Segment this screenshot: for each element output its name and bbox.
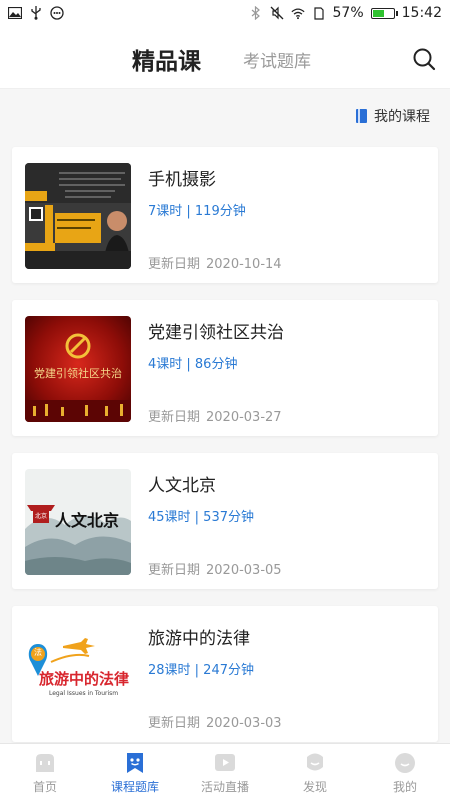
sim-icon bbox=[312, 6, 326, 20]
nav-label: 发现 bbox=[302, 780, 327, 794]
course-meta: 4课时 | 86分钟 bbox=[148, 357, 238, 372]
search-icon[interactable] bbox=[412, 47, 436, 71]
date-label: 更新日期 bbox=[148, 563, 201, 578]
nav-profile[interactable]: 我的 bbox=[360, 744, 450, 800]
date-label: 更新日期 bbox=[148, 410, 201, 425]
thumbnail-caption: 人文北京 bbox=[55, 511, 120, 530]
usb-icon bbox=[29, 6, 43, 20]
home-icon bbox=[33, 751, 57, 775]
course-update-date: 更新日期 2020-03-27 bbox=[148, 406, 282, 425]
course-thumbnail-photography bbox=[25, 163, 131, 269]
course-card[interactable]: 北京 人文北京 人文北京 45课时 | 537分钟 更新日期 2020-03-05 bbox=[12, 453, 438, 589]
course-thumbnail-tourism-law: 法 旅游中的法律 Legal Issues in Tourism bbox=[25, 622, 131, 728]
nav-live[interactable]: 活动直播 bbox=[180, 744, 270, 800]
chat-icon bbox=[50, 6, 64, 20]
nav-label: 首页 bbox=[32, 780, 57, 794]
nav-label: 活动直播 bbox=[200, 780, 249, 794]
status-right: 57% 15:42 bbox=[249, 5, 442, 21]
book-icon bbox=[356, 109, 367, 123]
header: 精品课 考试题库 bbox=[0, 28, 450, 89]
thumbnail-badge: 法 bbox=[34, 648, 42, 657]
discover-icon bbox=[303, 751, 327, 775]
course-meta: 7课时 | 119分钟 bbox=[148, 204, 246, 219]
battery-level bbox=[372, 9, 384, 17]
thumbnail-seal: 北京 bbox=[34, 513, 47, 520]
course-title: 党建引领社区共治 bbox=[148, 323, 284, 343]
course-thumbnail-beijing: 北京 人文北京 bbox=[25, 469, 131, 575]
nav-discover[interactable]: 发现 bbox=[270, 744, 360, 800]
course-card[interactable]: 手机摄影 7课时 | 119分钟 更新日期 2020-10-14 bbox=[12, 147, 438, 283]
my-courses-label: 我的课程 bbox=[374, 109, 430, 125]
image-icon bbox=[8, 6, 22, 20]
date-value: 2020-03-05 bbox=[206, 563, 282, 578]
bottom-nav: 首页 课程题库 活动直播 发现 我的 bbox=[0, 743, 450, 800]
course-meta: 28课时 | 247分钟 bbox=[148, 663, 254, 678]
date-label: 更新日期 bbox=[148, 257, 201, 272]
my-courses-link[interactable]: 我的课程 bbox=[356, 106, 430, 126]
course-meta: 45课时 | 537分钟 bbox=[148, 510, 254, 525]
thumbnail-caption: 旅游中的法律 bbox=[39, 670, 130, 688]
thumbnail-caption: 党建引领社区共治 bbox=[34, 367, 122, 380]
course-title: 人文北京 bbox=[148, 476, 216, 496]
course-title: 旅游中的法律 bbox=[148, 629, 250, 649]
date-value: 2020-10-14 bbox=[206, 257, 282, 272]
date-value: 2020-03-03 bbox=[206, 716, 282, 731]
course-card[interactable]: 党建引领社区共治 党建引领社区共治 4课时 | 86分钟 更新日期 2020-03… bbox=[12, 300, 438, 436]
clock: 15:42 bbox=[401, 5, 442, 21]
date-value: 2020-03-27 bbox=[206, 410, 282, 425]
nav-label: 课程题库 bbox=[110, 780, 159, 794]
profile-icon bbox=[393, 751, 417, 775]
status-left bbox=[8, 6, 64, 20]
wifi-icon bbox=[290, 6, 305, 20]
course-title: 手机摄影 bbox=[148, 170, 216, 190]
mute-icon bbox=[270, 6, 284, 20]
course-update-date: 更新日期 2020-03-03 bbox=[148, 712, 282, 731]
thumbnail-subtitle: Legal Issues in Tourism bbox=[49, 690, 119, 697]
date-label: 更新日期 bbox=[148, 716, 201, 731]
bluetooth-icon bbox=[249, 6, 263, 20]
nav-home[interactable]: 首页 bbox=[0, 744, 90, 800]
course-update-date: 更新日期 2020-10-14 bbox=[148, 253, 282, 272]
battery-icon bbox=[370, 7, 398, 19]
tab-premium-courses[interactable]: 精品课 bbox=[132, 42, 201, 76]
nav-label: 我的 bbox=[392, 780, 417, 794]
course-update-date: 更新日期 2020-03-05 bbox=[148, 559, 282, 578]
tab-exam-bank[interactable]: 考试题库 bbox=[243, 47, 311, 72]
course-card[interactable]: 法 旅游中的法律 Legal Issues in Tourism 旅游中的法律 … bbox=[12, 606, 438, 742]
battery-percent: 57% bbox=[332, 5, 364, 21]
status-bar: 57% 15:42 bbox=[0, 0, 450, 28]
live-play-icon bbox=[213, 751, 237, 775]
nav-course-bank[interactable]: 课程题库 bbox=[90, 744, 180, 800]
course-bank-icon bbox=[123, 751, 147, 775]
course-thumbnail-party-building: 党建引领社区共治 bbox=[25, 316, 131, 422]
